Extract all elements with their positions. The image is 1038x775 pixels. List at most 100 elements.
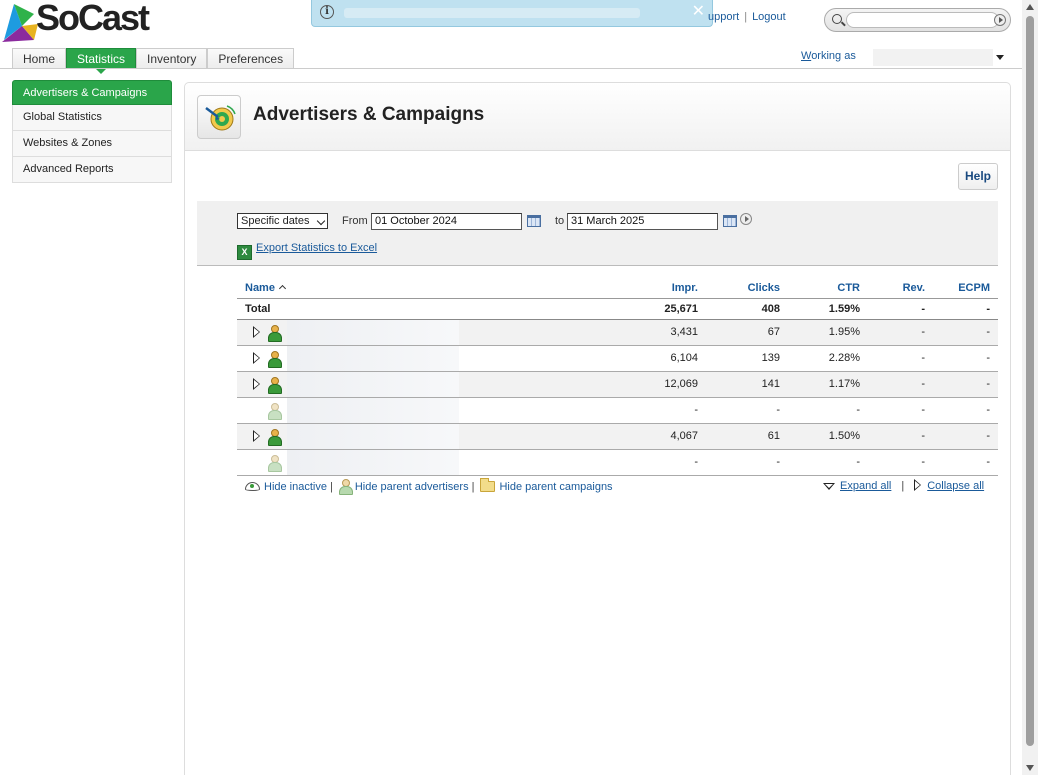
to-label: to xyxy=(555,215,565,227)
row-rev: - xyxy=(868,449,933,476)
column-impr[interactable]: Impr. xyxy=(637,278,706,299)
sidebar: Advertisers & Campaigns Global Statistic… xyxy=(12,80,172,183)
tab-divider xyxy=(0,68,1022,69)
tab-inventory[interactable]: Inventory xyxy=(136,48,208,69)
tab-home[interactable]: Home xyxy=(12,48,67,69)
sort-asc-icon xyxy=(278,284,287,292)
logout-link[interactable]: Logout xyxy=(752,11,786,23)
row-rev: - xyxy=(868,345,933,372)
expand-icon[interactable] xyxy=(253,430,260,442)
row-rev: - xyxy=(868,423,933,450)
logo-mark-icon xyxy=(2,4,38,42)
expand-icon[interactable] xyxy=(253,326,260,338)
info-icon: i xyxy=(320,5,334,19)
advertiser-name-redacted[interactable] xyxy=(287,423,459,449)
collapse-all-icon xyxy=(914,479,922,491)
apply-date-icon[interactable] xyxy=(740,213,752,225)
advertiser-cell xyxy=(237,423,637,450)
expand-collapse-links: Expand all | Collapse all xyxy=(823,479,984,492)
socast-logo[interactable]: SoCast xyxy=(0,0,165,44)
row-ctr: - xyxy=(788,397,868,424)
table-row: - - - - - xyxy=(237,397,998,424)
chevron-down-icon xyxy=(316,216,326,226)
working-as-account-redacted[interactable] xyxy=(873,49,993,66)
row-ctr: 1.50% xyxy=(788,423,868,450)
table-row: 3,431 67 1.95% - - xyxy=(237,319,998,346)
hide-parent-campaigns-link[interactable]: Hide parent campaigns xyxy=(499,481,612,493)
advertiser-name-redacted[interactable] xyxy=(287,345,459,371)
total-rev: - xyxy=(868,298,933,320)
row-rev: - xyxy=(868,397,933,424)
advertiser-name-redacted[interactable] xyxy=(287,319,459,345)
account-dropdown-icon[interactable] xyxy=(996,55,1004,60)
total-clicks: 408 xyxy=(706,298,788,320)
working-as-label: Working as xyxy=(801,50,856,62)
excel-icon: X xyxy=(237,245,252,260)
advertiser-cell xyxy=(237,397,637,424)
advertiser-name-redacted[interactable] xyxy=(287,449,459,475)
calendar-icon[interactable] xyxy=(527,215,541,227)
table-filter-links: Hide inactive | Hide parent advertisers | Hi… xyxy=(245,478,613,495)
support-link[interactable]: upport xyxy=(708,11,739,23)
sidebar-item-advanced-reports[interactable]: Advanced Reports xyxy=(12,157,172,183)
collapse-all-link[interactable]: Collapse all xyxy=(927,480,984,492)
to-date-input[interactable]: 31 March 2025 xyxy=(567,213,718,230)
row-ecpm: - xyxy=(933,423,998,450)
column-clicks[interactable]: Clicks xyxy=(706,278,788,299)
table-header-row: Name Impr. Clicks CTR Rev. ECPM xyxy=(237,278,998,299)
page-header: Advertisers & Campaigns xyxy=(185,83,1010,151)
from-label: From xyxy=(342,215,368,227)
row-impr: 4,067 xyxy=(637,423,706,450)
advertiser-icon xyxy=(268,350,282,368)
sidebar-item-advertisers-campaigns[interactable]: Advertisers & Campaigns xyxy=(12,80,172,105)
total-row: Total 25,671 408 1.59% - - xyxy=(237,298,998,320)
row-impr: 12,069 xyxy=(637,371,706,398)
scroll-up-icon[interactable] xyxy=(1026,4,1034,10)
table-row: - - - - - xyxy=(237,449,998,476)
calendar-icon[interactable] xyxy=(723,215,737,227)
page-title: Advertisers & Campaigns xyxy=(253,104,485,125)
total-label: Total xyxy=(237,298,637,320)
tab-preferences[interactable]: Preferences xyxy=(207,48,295,69)
sidebar-item-global-statistics[interactable]: Global Statistics xyxy=(12,105,172,131)
search-input[interactable] xyxy=(846,12,999,28)
column-ctr[interactable]: CTR xyxy=(788,278,868,299)
scroll-down-icon[interactable] xyxy=(1026,765,1034,771)
scroll-thumb[interactable] xyxy=(1026,16,1034,746)
search-go-icon[interactable] xyxy=(994,14,1006,26)
hide-inactive-link[interactable]: Hide inactive xyxy=(264,481,327,493)
column-name[interactable]: Name xyxy=(237,278,637,299)
column-ecpm[interactable]: ECPM xyxy=(933,278,998,299)
close-icon[interactable]: ✕ xyxy=(692,3,705,21)
export-excel-link[interactable]: Export Statistics to Excel xyxy=(256,242,377,254)
advertiser-name-redacted[interactable] xyxy=(287,397,459,423)
top-links: upport | Logout xyxy=(708,11,786,23)
expand-all-icon xyxy=(823,483,835,490)
column-rev[interactable]: Rev. xyxy=(868,278,933,299)
row-clicks: 141 xyxy=(706,371,788,398)
row-rev: - xyxy=(868,319,933,346)
expand-icon[interactable] xyxy=(253,352,260,364)
notification-text-redacted xyxy=(344,8,640,18)
table-row: 6,104 139 2.28% - - xyxy=(237,345,998,372)
from-date-input[interactable]: 01 October 2024 xyxy=(371,213,522,230)
row-ecpm: - xyxy=(933,449,998,476)
tab-statistics[interactable]: Statistics xyxy=(66,48,137,74)
row-clicks: 61 xyxy=(706,423,788,450)
folder-icon xyxy=(480,478,496,492)
row-impr: 6,104 xyxy=(637,345,706,372)
row-clicks: - xyxy=(706,397,788,424)
sidebar-item-websites-zones[interactable]: Websites & Zones xyxy=(12,131,172,157)
search-box xyxy=(824,8,1011,32)
advertiser-cell xyxy=(237,449,637,476)
expand-all-link[interactable]: Expand all xyxy=(840,480,891,492)
page-scrollbar[interactable] xyxy=(1022,0,1038,775)
period-select[interactable]: Specific dates xyxy=(237,213,328,229)
expand-icon[interactable] xyxy=(253,378,260,390)
advertiser-cell xyxy=(237,319,637,346)
help-button[interactable]: Help xyxy=(958,163,998,190)
row-clicks: - xyxy=(706,449,788,476)
hide-parent-advertisers-link[interactable]: Hide parent advertisers xyxy=(355,481,469,493)
advertiser-name-redacted[interactable] xyxy=(287,371,459,397)
row-ctr: 1.95% xyxy=(788,319,868,346)
